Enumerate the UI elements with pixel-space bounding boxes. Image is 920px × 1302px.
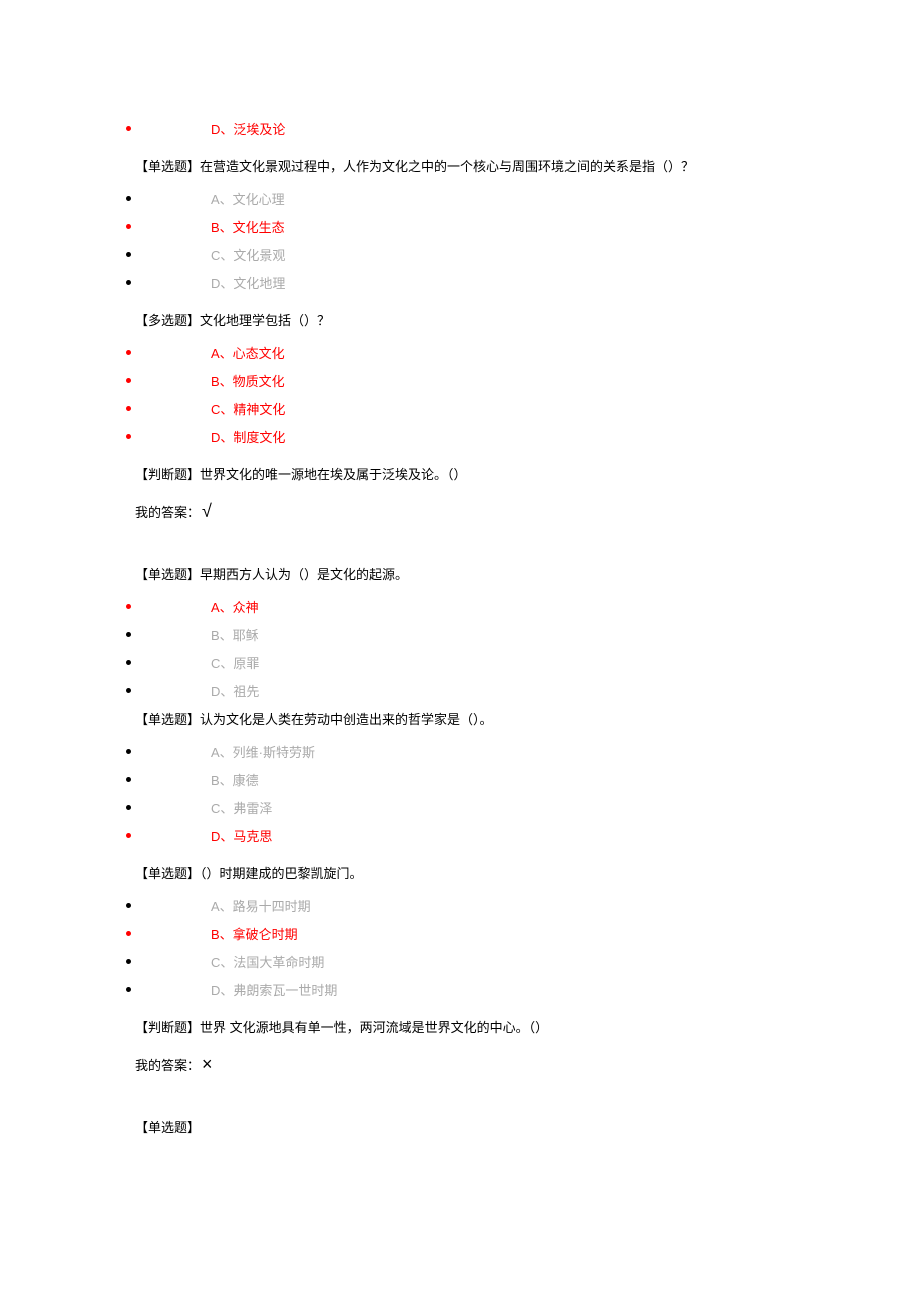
option-text: D、制度文化	[211, 427, 285, 446]
answer-symbol: ×	[202, 1054, 213, 1075]
question-text: 【判断题】世界文化的唯一源地在埃及属于泛埃及论。（）	[135, 464, 920, 483]
my-answer: 我的答案： ×	[135, 1054, 920, 1075]
answer-option: B、文化生态	[0, 217, 920, 236]
option-text: A、众神	[211, 597, 259, 616]
bullet-icon	[126, 406, 131, 411]
bullet-icon	[126, 252, 131, 257]
option-text: C、精神文化	[211, 399, 285, 418]
answer-option: B、拿破仑时期	[0, 924, 920, 943]
answer-option: C、精神文化	[0, 399, 920, 418]
option-text: C、文化景观	[211, 245, 285, 264]
spacer	[0, 536, 920, 546]
bullet-icon	[126, 660, 131, 665]
question-text: 【单选题】在营造文化景观过程中，人作为文化之中的一个核心与周围环境之间的关系是指…	[135, 156, 920, 175]
bullet-icon	[126, 931, 131, 936]
answer-option: D、祖先	[0, 681, 920, 700]
answer-option: A、列维·斯特劳斯	[0, 742, 920, 761]
bullet-icon	[126, 688, 131, 693]
option-text: B、拿破仑时期	[211, 924, 298, 943]
option-text: C、法国大革命时期	[211, 952, 324, 971]
option-text: A、列维·斯特劳斯	[211, 742, 315, 761]
bullet-icon	[126, 749, 131, 754]
answer-option: A、心态文化	[0, 343, 920, 362]
bullet-icon	[126, 777, 131, 782]
bullet-icon	[126, 903, 131, 908]
answer-option: A、众神	[0, 597, 920, 616]
option-text: B、康德	[211, 770, 259, 789]
answer-option: D、马克思	[0, 826, 920, 845]
option-text: B、耶稣	[211, 625, 259, 644]
option-text: D、泛埃及论	[211, 119, 285, 138]
answer-label: 我的答案：	[135, 502, 200, 521]
bullet-icon	[126, 350, 131, 355]
answer-option: D、弗朗索瓦一世时期	[0, 980, 920, 999]
spacer	[0, 1089, 920, 1099]
option-text: A、心态文化	[211, 343, 285, 362]
answer-option: D、文化地理	[0, 273, 920, 292]
answer-symbol: √	[202, 501, 212, 522]
answer-option: C、文化景观	[0, 245, 920, 264]
option-text: B、物质文化	[211, 371, 285, 390]
answer-option: C、法国大革命时期	[0, 952, 920, 971]
document-content: D、泛埃及论 【单选题】在营造文化景观过程中，人作为文化之中的一个核心与周围环境…	[0, 119, 920, 1136]
answer-option: B、物质文化	[0, 371, 920, 390]
bullet-icon	[126, 378, 131, 383]
option-text: D、马克思	[211, 826, 272, 845]
option-text: C、弗雷泽	[211, 798, 272, 817]
answer-option: D、泛埃及论	[0, 119, 920, 138]
question-text: 【单选题】早期西方人认为（）是文化的起源。	[135, 564, 920, 583]
answer-option: A、文化心理	[0, 189, 920, 208]
question-text: 【单选题】（）时期建成的巴黎凯旋门。	[135, 863, 920, 882]
bullet-icon	[126, 280, 131, 285]
option-text: B、文化生态	[211, 217, 285, 236]
bullet-icon	[126, 959, 131, 964]
answer-option: D、制度文化	[0, 427, 920, 446]
bullet-icon	[126, 224, 131, 229]
bullet-icon	[126, 805, 131, 810]
bullet-icon	[126, 196, 131, 201]
answer-option: C、原罪	[0, 653, 920, 672]
bullet-icon	[126, 987, 131, 992]
answer-label: 我的答案：	[135, 1055, 200, 1074]
option-text: D、弗朗索瓦一世时期	[211, 980, 337, 999]
option-text: C、原罪	[211, 653, 259, 672]
option-text: A、路易十四时期	[211, 896, 311, 915]
my-answer: 我的答案： √	[135, 501, 920, 522]
question-text: 【单选题】	[135, 1117, 920, 1136]
answer-option: B、康德	[0, 770, 920, 789]
option-text: A、文化心理	[211, 189, 285, 208]
option-text: D、文化地理	[211, 273, 285, 292]
answer-option: A、路易十四时期	[0, 896, 920, 915]
bullet-icon	[126, 604, 131, 609]
bullet-icon	[126, 632, 131, 637]
bullet-icon	[126, 126, 131, 131]
answer-option: C、弗雷泽	[0, 798, 920, 817]
question-text: 【判断题】世界 文化源地具有单一性，两河流域是世界文化的中心。（）	[135, 1017, 920, 1036]
bullet-icon	[126, 833, 131, 838]
bullet-icon	[126, 434, 131, 439]
answer-option: B、耶稣	[0, 625, 920, 644]
option-text: D、祖先	[211, 681, 259, 700]
question-text: 【多选题】文化地理学包括（）？	[135, 310, 920, 329]
question-text: 【单选题】认为文化是人类在劳动中创造出来的哲学家是（）。	[135, 709, 920, 728]
